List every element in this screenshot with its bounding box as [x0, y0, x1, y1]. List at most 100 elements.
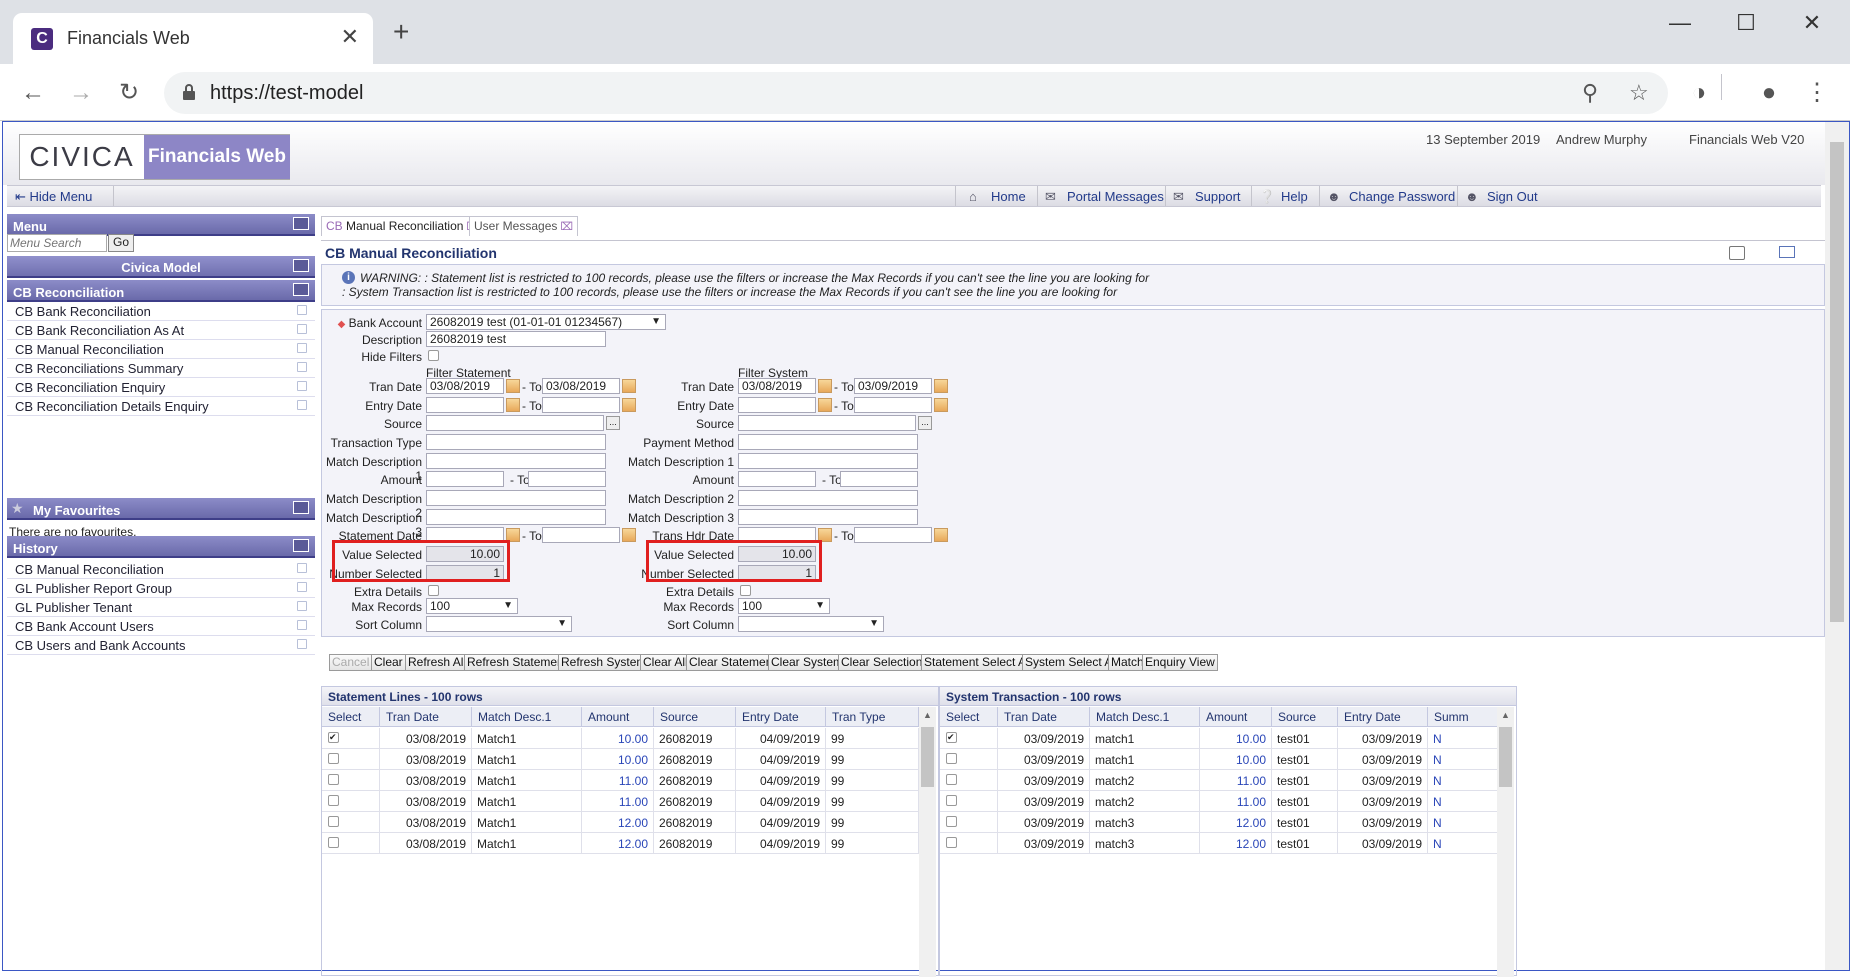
open-external-icon[interactable]	[297, 400, 307, 410]
calendar-icon[interactable]	[506, 379, 520, 393]
hide-filters-checkbox[interactable]	[428, 350, 439, 361]
open-external-icon[interactable]	[297, 620, 307, 630]
sys-entry-date-to[interactable]	[854, 397, 932, 413]
menu-go-button[interactable]: Go	[108, 234, 134, 252]
description-field[interactable]: 26082019 test	[426, 331, 606, 347]
tab-close-icon[interactable]: ✕	[341, 24, 359, 50]
calendar-icon[interactable]	[934, 528, 948, 542]
page-scrollbar[interactable]	[1825, 122, 1849, 970]
lookup-icon[interactable]: ...	[918, 416, 932, 430]
stmt-sort-column-select[interactable]: ▼	[426, 616, 572, 632]
model-toggle-icon[interactable]	[293, 259, 309, 272]
open-external-icon[interactable]	[297, 362, 307, 372]
sys-match3-field[interactable]	[738, 509, 918, 525]
table-cell[interactable]: ✔	[940, 728, 998, 749]
statement-date-to[interactable]	[542, 527, 620, 543]
grid-scrollbar[interactable]: ▲	[919, 707, 936, 977]
clear-all-button[interactable]: Clear All	[640, 654, 691, 671]
column-header[interactable]: Entry Date	[1338, 707, 1428, 727]
menu-toggle-icon[interactable]	[293, 217, 309, 230]
sys-max-records-select[interactable]: 100 ▼	[738, 598, 830, 614]
row-checkbox[interactable]	[328, 774, 339, 785]
column-header[interactable]: Match Desc.1	[472, 707, 582, 727]
sys-amount-to[interactable]	[840, 471, 918, 487]
sys-match1-field[interactable]	[738, 453, 918, 469]
profile-avatar-icon[interactable]: ●	[1752, 76, 1786, 110]
column-header[interactable]: Source	[1272, 707, 1338, 727]
table-cell[interactable]	[322, 833, 380, 854]
change-password-link[interactable]: ☻ Change Password	[1327, 189, 1455, 204]
column-header[interactable]: Summ	[1428, 707, 1498, 727]
menu-search-input[interactable]	[7, 234, 107, 252]
column-header[interactable]: Amount	[1200, 707, 1272, 727]
row-checkbox[interactable]	[946, 753, 957, 764]
help-link[interactable]: ❔ Help	[1259, 189, 1308, 204]
stmt-max-records-select[interactable]: 100 ▼	[426, 598, 518, 614]
sign-out-link[interactable]: ☻ Sign Out	[1465, 189, 1538, 204]
tab-manual-reconciliation[interactable]: CB Manual Reconciliation⌧	[321, 216, 485, 236]
calendar-icon[interactable]	[818, 379, 832, 393]
sidebar-item-cb-reconciliation-enquiry[interactable]: CB Reconciliation Enquiry	[7, 378, 315, 397]
stmt-tran-date-to[interactable]: 03/08/2019	[542, 378, 620, 394]
column-header[interactable]: Match Desc.1	[1090, 707, 1200, 727]
sys-tran-date-to[interactable]: 03/09/2019	[854, 378, 932, 394]
grid-scrollbar-thumb[interactable]	[921, 727, 934, 787]
column-header[interactable]: Amount	[582, 707, 654, 727]
transaction-type-field[interactable]	[426, 434, 606, 450]
refresh-all-button[interactable]: Refresh All	[405, 654, 470, 671]
lookup-icon[interactable]: ...	[606, 416, 620, 430]
open-external-icon[interactable]	[297, 639, 307, 649]
refresh-statement-button[interactable]: Refresh Statement	[464, 654, 571, 671]
history-toggle-icon[interactable]	[293, 539, 309, 552]
favourites-toggle-icon[interactable]	[293, 501, 309, 514]
sidebar-item-cb-bank-reconciliation[interactable]: CB Bank Reconciliation	[7, 302, 315, 321]
open-external-icon[interactable]	[297, 324, 307, 334]
row-checkbox[interactable]	[328, 795, 339, 806]
table-cell[interactable]	[322, 770, 380, 791]
open-external-icon[interactable]	[297, 601, 307, 611]
stmt-amount-to[interactable]	[528, 471, 606, 487]
sys-source-field[interactable]	[738, 415, 916, 431]
calendar-icon[interactable]	[934, 379, 948, 393]
maximize-icon[interactable]: ☐	[1724, 8, 1768, 38]
stmt-tran-date-from[interactable]: 03/08/2019	[426, 378, 504, 394]
stmt-entry-date-to[interactable]	[542, 397, 620, 413]
column-header[interactable]: Tran Date	[380, 707, 472, 727]
sys-sort-column-select[interactable]: ▼	[738, 616, 884, 632]
table-cell[interactable]	[940, 833, 998, 854]
row-checkbox[interactable]	[328, 837, 339, 848]
sys-amount-from[interactable]	[738, 471, 816, 487]
scroll-up-icon[interactable]: ▲	[919, 707, 936, 723]
table-cell[interactable]: ✔	[322, 728, 380, 749]
open-external-icon[interactable]	[297, 381, 307, 391]
table-cell[interactable]	[940, 812, 998, 833]
cancel-button[interactable]: Cancel	[329, 654, 373, 671]
trans-hdr-date-to[interactable]	[854, 527, 932, 543]
address-bar[interactable]: https://test-model ⚲ ☆	[164, 72, 1668, 114]
sys-match2-field[interactable]	[738, 490, 918, 506]
table-cell[interactable]	[322, 812, 380, 833]
tab-close-icon[interactable]: ⌧	[560, 221, 573, 233]
sidebar-item-cb-manual-reconciliation[interactable]: CB Manual Reconciliation	[7, 340, 315, 359]
stmt-match3-field[interactable]	[426, 509, 606, 525]
refresh-system-button[interactable]: Refresh System	[558, 654, 650, 671]
checked-checkbox[interactable]: ✔	[328, 732, 339, 743]
column-header[interactable]: Entry Date	[736, 707, 826, 727]
sys-tran-date-from[interactable]: 03/08/2019	[738, 378, 816, 394]
kebab-menu-icon[interactable]: ⋮	[1800, 76, 1834, 110]
calendar-icon[interactable]	[934, 398, 948, 412]
browser-tab[interactable]: C Financials Web ✕	[13, 13, 373, 64]
system-select-all-button[interactable]: System Select All	[1022, 654, 1121, 671]
scroll-up-icon[interactable]: ▲	[1497, 707, 1514, 723]
reload-icon[interactable]: ↻	[112, 76, 146, 110]
open-external-icon[interactable]	[297, 343, 307, 353]
new-window-icon[interactable]	[1779, 246, 1795, 258]
column-header[interactable]: Select	[940, 707, 998, 727]
row-checkbox[interactable]	[946, 795, 957, 806]
portal-messages-link[interactable]: ✉ Portal Messages	[1045, 189, 1164, 204]
table-cell[interactable]	[322, 791, 380, 812]
column-header[interactable]: Tran Date	[998, 707, 1090, 727]
open-external-icon[interactable]	[297, 582, 307, 592]
zoom-icon[interactable]: ⚲	[1582, 80, 1598, 106]
sidebar-item-cb-reconciliation-details-enquiry[interactable]: CB Reconciliation Details Enquiry	[7, 397, 315, 416]
